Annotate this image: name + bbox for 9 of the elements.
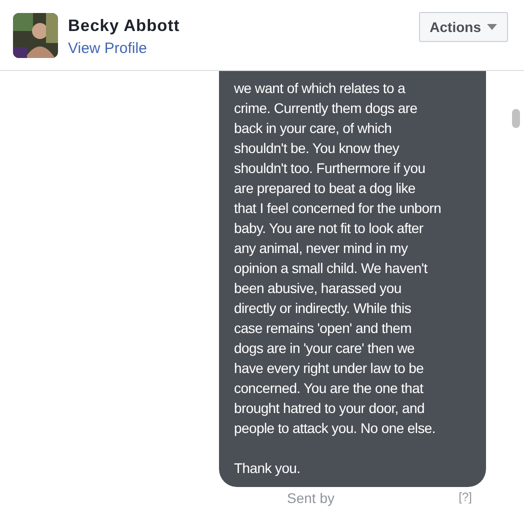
- help-link[interactable]: [?]: [458, 490, 472, 506]
- scrollbar-thumb[interactable]: [512, 109, 520, 128]
- sent-by-label: Sent by: [287, 490, 334, 506]
- actions-button[interactable]: Actions: [418, 12, 508, 42]
- contact-name: Becky Abbott: [68, 17, 181, 36]
- view-profile-link[interactable]: View Profile: [68, 40, 409, 57]
- caret-icon: [487, 24, 497, 30]
- message-text: Thank you.: [234, 459, 302, 478]
- message-text: we want of which relates to a crime. Currently them dogs are back in your care, of which shouldn't be. You know they shouldn't too. Furthermore if you are prepared to beat a dog like that I feel concerned for the unborn baby. You are not fit to look after any animal, never mind in my opinion a small child. We haven't been abusive, harassed you directly or indirectly. While this case remains 'open' and them dogs are in 'your care' then we have every right under law to be concerned. You are the one that brought hatred to your door, and people to attack you. No one else.: [234, 79, 442, 438]
